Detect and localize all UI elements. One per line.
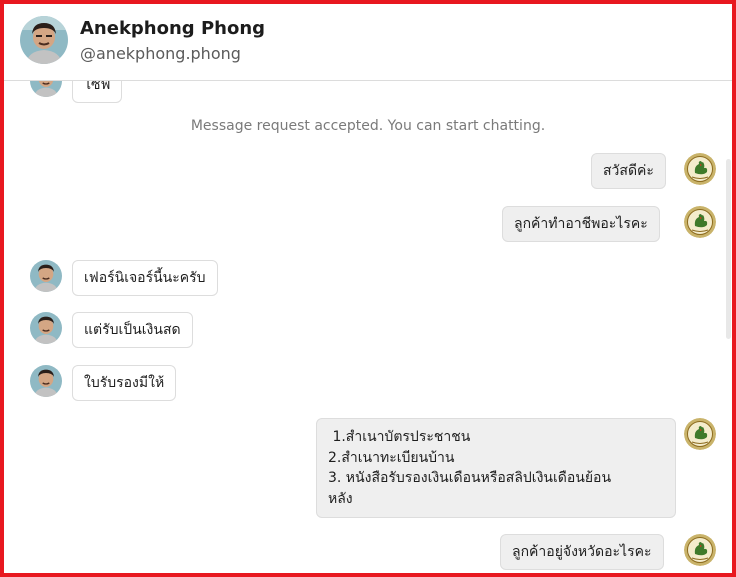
page-avatar: [684, 206, 716, 238]
page-avatar: [684, 153, 716, 185]
person-photo-icon: [30, 365, 62, 397]
rooster-logo-icon: [684, 534, 716, 566]
message-bubble-incoming[interactable]: ใบรับรองมีให้: [72, 365, 177, 401]
person-photo-icon: [30, 260, 62, 292]
person-photo-icon: [20, 16, 68, 64]
message-line: 3. หนังสือรับรองเงินเดือนหรือสลิปเงินเดื…: [328, 470, 612, 486]
chat-window: Anekphong Phong @anekphong.phong ไซฟ Mes…: [0, 0, 736, 577]
contact-name[interactable]: Anekphong Phong: [80, 18, 265, 39]
contact-avatar-small: [30, 81, 62, 97]
message-list[interactable]: ไซฟ Message request accepted. You can st…: [4, 81, 732, 573]
scrollbar-thumb[interactable]: [726, 159, 731, 339]
chat-header: Anekphong Phong @anekphong.phong: [4, 4, 732, 81]
message-bubble-outgoing[interactable]: ลูกค้าอยู่จังหวัดอะไรคะ: [500, 534, 664, 570]
contact-avatar[interactable]: [20, 16, 68, 64]
page-avatar: [684, 418, 716, 450]
message-bubble-incoming[interactable]: แต่รับเป็นเงินสด: [72, 312, 193, 348]
rooster-logo-icon: [684, 418, 716, 450]
message-bubble-outgoing[interactable]: ลูกค้าทำอาชีพอะไรคะ: [502, 206, 660, 242]
message-line: 1.สำเนาบัตรประชาชน: [328, 429, 471, 445]
message-bubble-incoming[interactable]: ไซฟ: [72, 81, 123, 103]
contact-avatar-small: [30, 260, 62, 292]
message-line: 2.สำเนาทะเบียนบ้าน: [328, 449, 455, 466]
rooster-logo-icon: [684, 206, 716, 238]
message-bubble-incoming[interactable]: เฟอร์นิเจอร์นี้นะครับ: [72, 260, 218, 296]
message-line: หลัง: [328, 490, 353, 507]
rooster-logo-icon: [684, 153, 716, 185]
person-photo-icon: [30, 312, 62, 344]
system-note: Message request accepted. You can start …: [190, 118, 546, 134]
message-bubble-outgoing[interactable]: 1.สำเนาบัตรประชาชน 2.สำเนาทะเบียนบ้าน 3.…: [316, 418, 676, 518]
page-avatar: [684, 534, 716, 566]
contact-avatar-small: [30, 365, 62, 397]
person-photo-icon: [30, 81, 62, 97]
contact-avatar-small: [30, 312, 62, 344]
contact-handle: @anekphong.phong: [80, 44, 241, 63]
message-bubble-outgoing[interactable]: สวัสดีค่ะ: [591, 153, 666, 189]
